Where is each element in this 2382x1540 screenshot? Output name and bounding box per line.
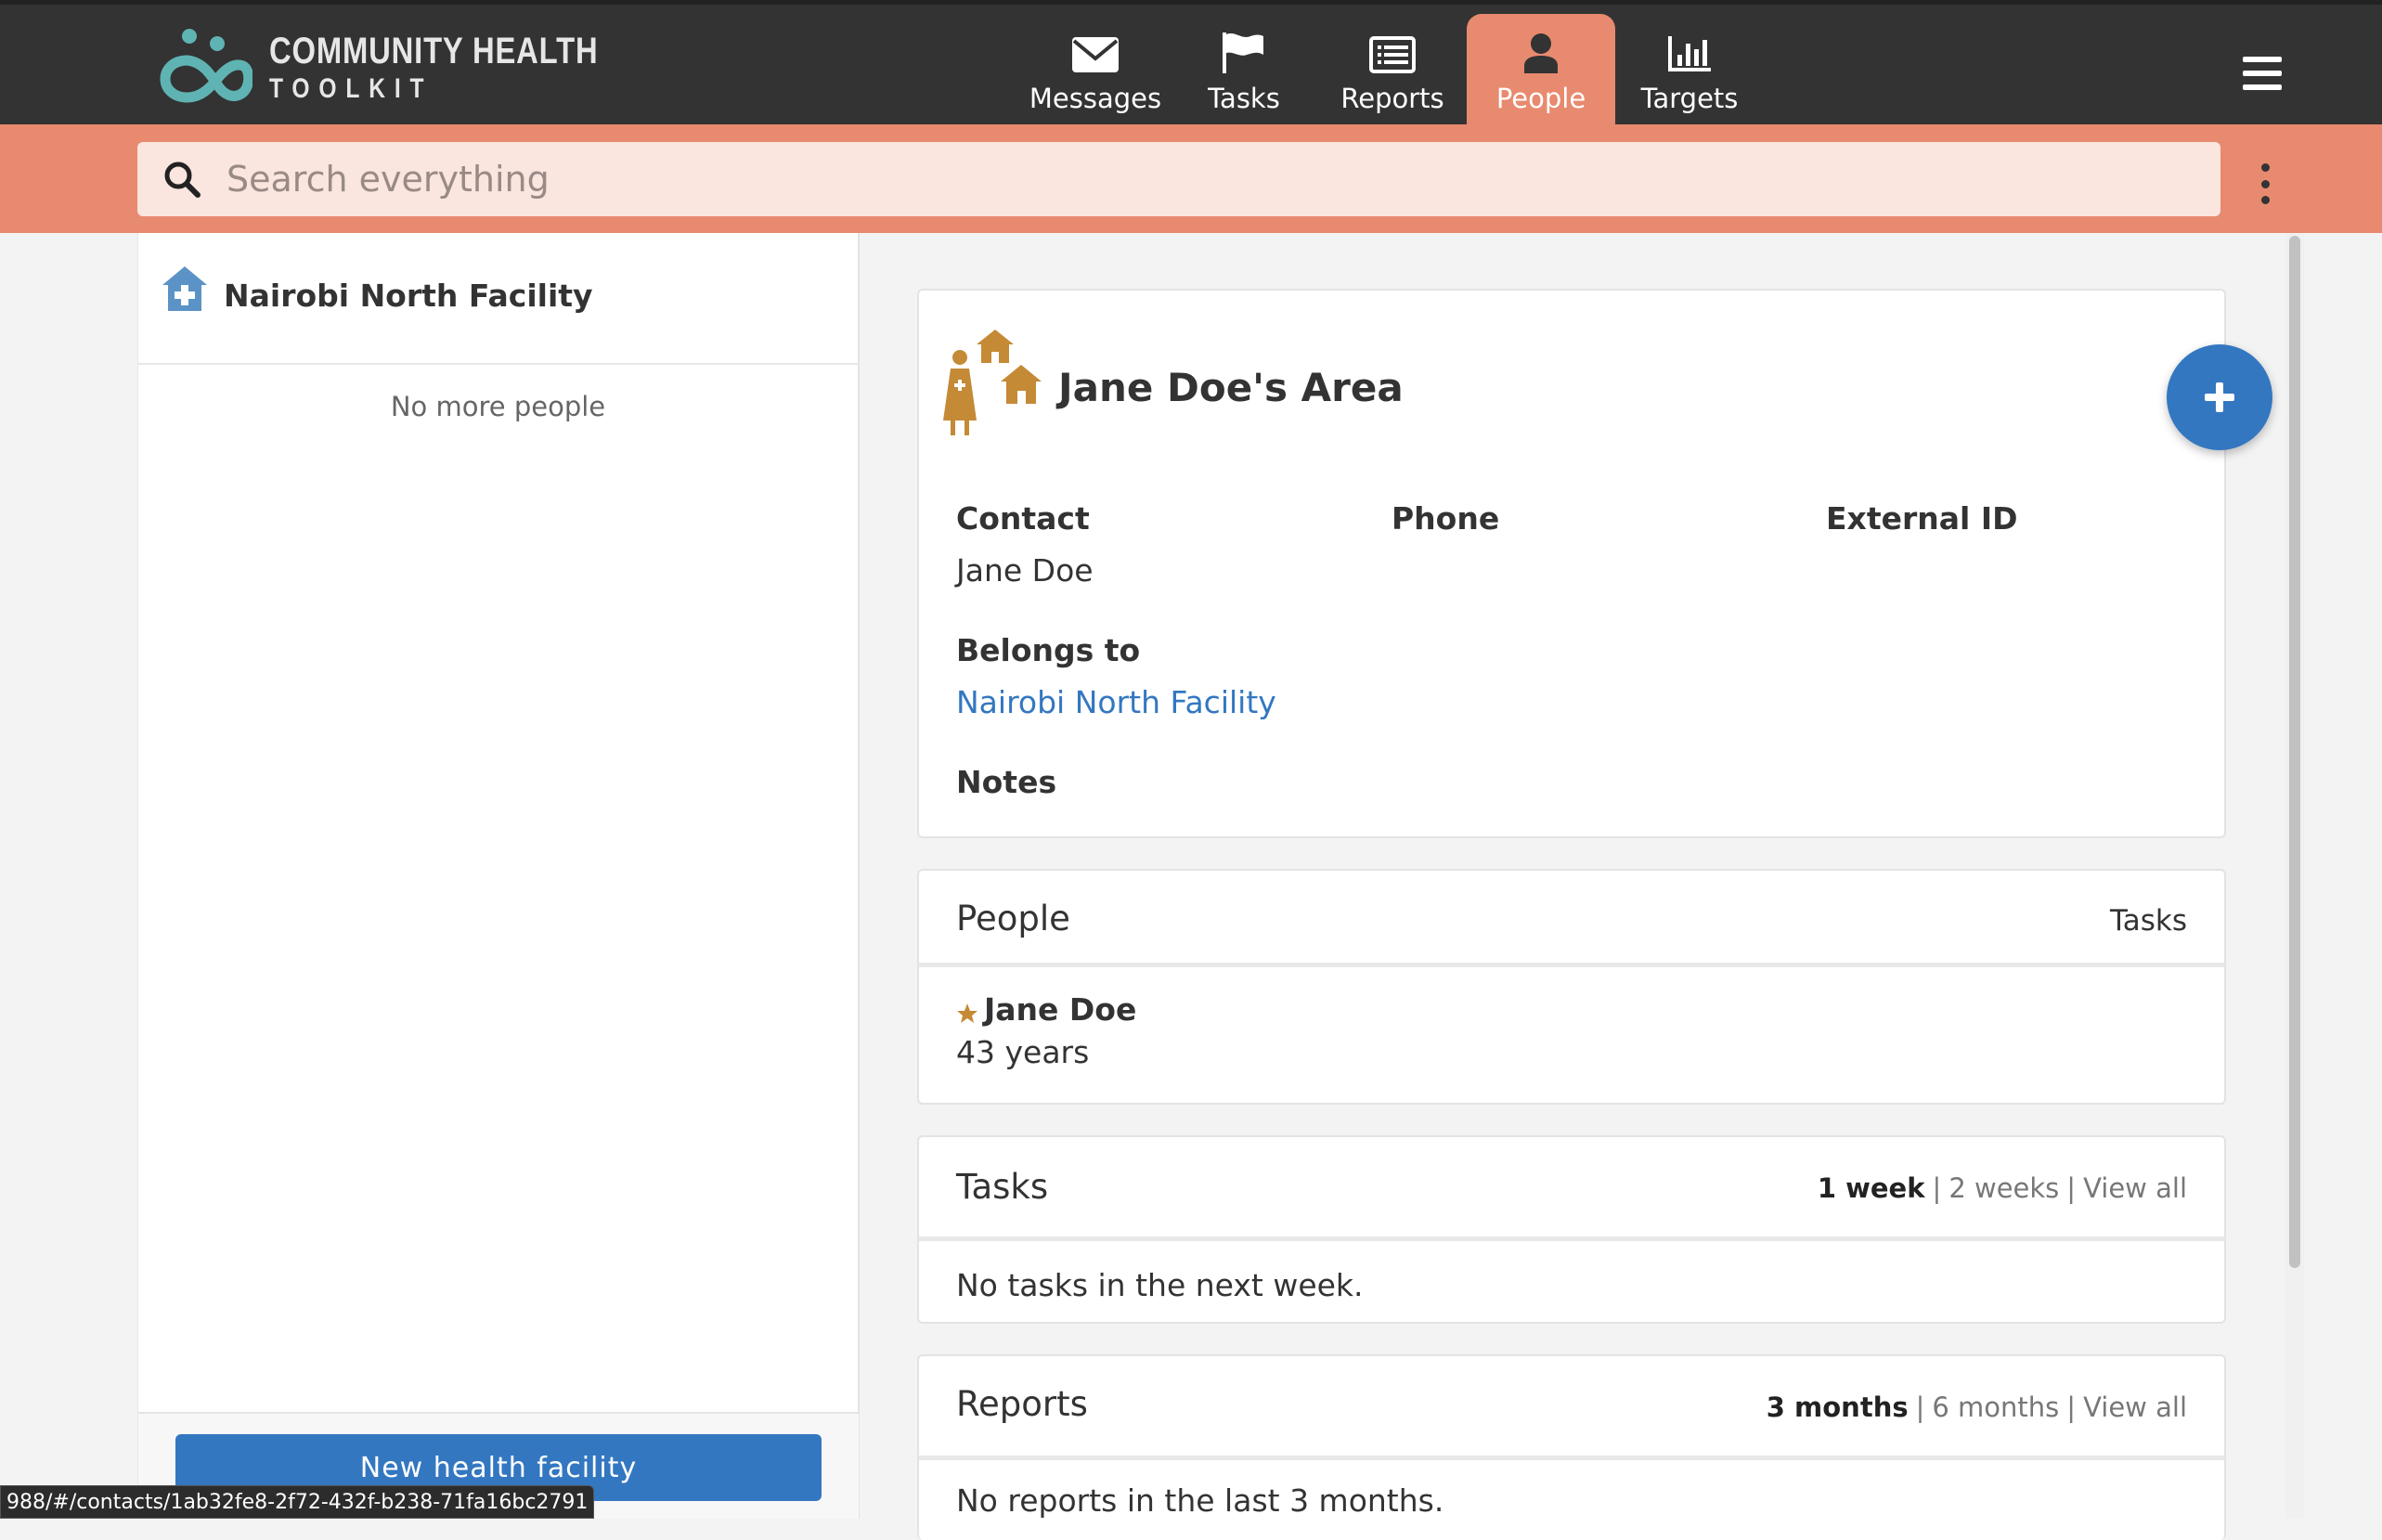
health-facility-icon [162, 266, 207, 311]
tasks-column-label: Tasks [2109, 904, 2187, 938]
filter-view-all[interactable]: View all [2083, 1172, 2187, 1204]
more-options-icon[interactable] [2256, 163, 2274, 204]
notes-label: Notes [956, 764, 1057, 800]
scrollbar-thumb[interactable] [2289, 236, 2300, 1268]
belongs-to-label: Belongs to [956, 632, 1141, 668]
filter-view-all[interactable]: View all [2083, 1391, 2187, 1423]
tasks-empty-message: No tasks in the next week. [956, 1267, 1364, 1303]
list-item-person[interactable]: Jane Doe 43 years [919, 967, 2224, 1103]
people-card: People Tasks Jane Doe 43 years [917, 869, 2226, 1105]
section-title: Tasks [956, 1167, 1049, 1207]
external-id-label: External ID [1826, 500, 2018, 537]
people-card-header: People Tasks [919, 871, 2224, 967]
filter-6-months[interactable]: 6 months [1932, 1391, 2059, 1423]
contact-label: Contact [956, 500, 1090, 537]
belongs-to-link[interactable]: Nairobi North Facility [956, 684, 1276, 720]
reports-card-header: Reports 3 months | 6 months | View all [919, 1356, 2224, 1460]
area-summary-card: Jane Doe's Area Contact Jane Doe Phone E… [917, 289, 2226, 838]
bar-chart-icon [1668, 36, 1711, 71]
envelope-icon [1072, 37, 1119, 72]
filter-2-weeks[interactable]: 2 weeks [1948, 1172, 2059, 1204]
logo-subtitle: TOOLKIT [269, 73, 434, 104]
flag-icon [1223, 32, 1263, 73]
tab-people[interactable]: People [1467, 14, 1615, 129]
section-title: People [956, 899, 1070, 938]
filter-3-months[interactable]: 3 months [1767, 1391, 1909, 1423]
tab-label: People [1495, 83, 1586, 114]
plus-icon [2205, 382, 2234, 412]
tab-label: Tasks [1208, 83, 1280, 114]
add-contact-button[interactable] [2167, 344, 2272, 450]
search-bar [0, 124, 2382, 233]
hamburger-menu-icon[interactable] [2243, 57, 2282, 90]
facility-name: Nairobi North Facility [224, 278, 593, 314]
tasks-card: Tasks 1 week | 2 weeks | View all No tasks i… [917, 1135, 2226, 1324]
main-nav: Messages Tasks Reports People Targets [1021, 14, 1764, 129]
contacts-list-panel: Nairobi North Facility No more people Ne… [137, 233, 860, 1519]
logo-title: COMMUNITY HEALTH [269, 31, 599, 71]
tab-label: Messages [1029, 83, 1162, 114]
tab-label: Reports [1340, 83, 1444, 114]
reports-filter: 3 months | 6 months | View all [1766, 1391, 2187, 1423]
tab-label: Targets [1640, 83, 1739, 114]
filter-1-week[interactable]: 1 week [1818, 1172, 1925, 1204]
tab-targets[interactable]: Targets [1615, 14, 1764, 129]
status-bar-url: 988/#/contacts/1ab32fe8-2f72-432f-b238-7… [0, 1485, 595, 1519]
list-item-facility[interactable]: Nairobi North Facility [138, 233, 858, 365]
search-box [137, 142, 2220, 216]
tab-reports[interactable]: Reports [1318, 14, 1467, 129]
search-icon [164, 162, 201, 198]
person-icon [1524, 33, 1558, 73]
page-title: Jane Doe's Area [1058, 365, 1404, 410]
cht-logo-icon [160, 29, 252, 103]
tab-tasks[interactable]: Tasks [1170, 14, 1318, 129]
reports-card: Reports 3 months | 6 months | View all No re… [917, 1354, 2226, 1540]
tasks-filter: 1 week | 2 weeks | View all [1817, 1172, 2187, 1204]
chw-area-icon [943, 330, 1042, 435]
section-title: Reports [956, 1384, 1088, 1424]
app-logo[interactable]: COMMUNITY HEALTH TOOLKIT [160, 23, 598, 116]
reports-empty-message: No reports in the last 3 months. [956, 1482, 1444, 1519]
tab-messages[interactable]: Messages [1021, 14, 1170, 129]
list-icon [1369, 36, 1416, 73]
person-age: 43 years [956, 1034, 1090, 1070]
no-more-people-text: No more people [390, 391, 606, 422]
contact-value: Jane Doe [956, 552, 1094, 589]
search-input[interactable] [225, 151, 2081, 207]
phone-label: Phone [1392, 500, 1500, 537]
top-header: COMMUNITY HEALTH TOOLKIT Messages Tasks [0, 0, 2382, 129]
primary-contact-star-icon [957, 1003, 977, 1023]
person-name: Jane Doe [984, 991, 1137, 1028]
tasks-card-header: Tasks 1 week | 2 weeks | View all [919, 1137, 2224, 1241]
